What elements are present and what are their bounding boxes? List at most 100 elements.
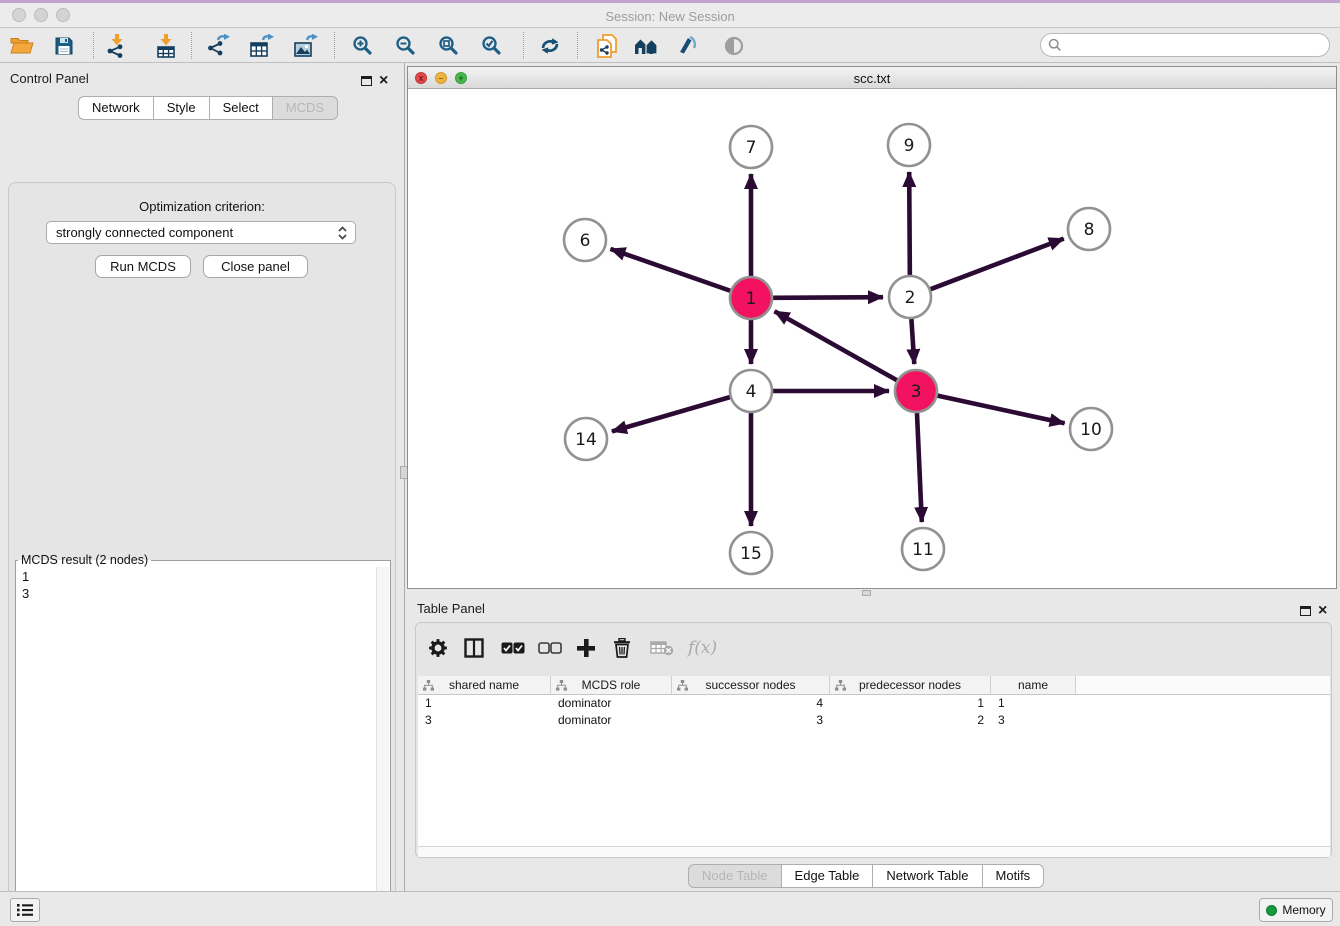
search-field[interactable] xyxy=(1040,33,1330,57)
column-header-successor-nodes[interactable]: successor nodes xyxy=(672,676,830,695)
cell-name[interactable]: 1 xyxy=(991,695,1076,712)
graph-edge-2-8[interactable] xyxy=(931,239,1064,290)
delete-table-icon[interactable] xyxy=(650,635,674,661)
graph-node-label-6: 6 xyxy=(580,231,591,251)
tab-edge-table[interactable]: Edge Table xyxy=(782,864,874,888)
apply-layout-icon[interactable] xyxy=(533,32,567,59)
column-header-mcds-role[interactable]: MCDS role xyxy=(551,676,672,695)
node-table[interactable]: shared name MCDS role successor nodes pr… xyxy=(418,676,1330,846)
application-window: Session: New Session xyxy=(0,0,1340,926)
cell-name[interactable]: 3 xyxy=(991,712,1076,729)
cell-predecessor-nodes[interactable]: 2 xyxy=(830,712,991,729)
graph-edge-3-1[interactable] xyxy=(775,311,897,380)
cell-shared-name[interactable]: 3 xyxy=(418,712,551,729)
graph-edge-4-14[interactable] xyxy=(612,397,730,431)
zoom-selected-icon[interactable] xyxy=(475,32,509,59)
graph-node-label-10: 10 xyxy=(1080,420,1102,440)
toolbar-separator xyxy=(93,32,94,59)
cell-mcds-role[interactable]: dominator xyxy=(551,695,672,712)
graph-node-label-7: 7 xyxy=(746,138,757,158)
column-settings-icon[interactable] xyxy=(428,635,448,661)
network-canvas[interactable]: 1234678910111415 xyxy=(408,90,1336,588)
close-table-panel-icon[interactable]: × xyxy=(1318,602,1327,620)
zoom-in-icon[interactable] xyxy=(346,32,380,59)
mcds-result-box: MCDS result (2 nodes) 1 3 xyxy=(15,553,391,926)
hierarchy-icon xyxy=(423,680,434,691)
memory-button[interactable]: Memory xyxy=(1259,898,1333,922)
cell-mcds-role[interactable]: dominator xyxy=(551,712,672,729)
hierarchy-icon xyxy=(835,680,846,691)
graph-edge-1-2[interactable] xyxy=(773,297,883,298)
table-row[interactable]: 1 dominator 4 1 1 xyxy=(418,695,1330,712)
show-hide-panels-icon[interactable] xyxy=(717,32,751,59)
close-panel-button[interactable]: Close panel xyxy=(203,255,308,278)
column-header-predecessor-nodes[interactable]: predecessor nodes xyxy=(830,676,991,695)
graph-node-label-1: 1 xyxy=(746,289,757,309)
export-image-icon[interactable] xyxy=(289,32,323,59)
chevron-up-down-icon xyxy=(337,226,348,240)
import-network-icon[interactable] xyxy=(100,32,134,59)
float-panel-icon[interactable] xyxy=(361,73,372,91)
memory-status-icon xyxy=(1266,905,1277,916)
task-history-button[interactable] xyxy=(10,898,40,922)
export-network-icon[interactable] xyxy=(202,32,236,59)
graph-edge-2-9[interactable] xyxy=(909,172,910,275)
run-mcds-button[interactable]: Run MCDS xyxy=(95,255,191,278)
save-session-icon[interactable] xyxy=(47,32,81,59)
criterion-dropdown[interactable]: strongly connected component xyxy=(46,221,356,244)
deselect-all-columns-icon[interactable] xyxy=(538,635,562,661)
network-graph: 1234678910111415 xyxy=(408,90,1336,588)
clone-network-icon[interactable] xyxy=(590,32,624,59)
network-window-titlebar[interactable]: x – + scc.txt xyxy=(408,67,1336,89)
hierarchy-icon xyxy=(556,680,567,691)
close-panel-icon[interactable]: × xyxy=(379,72,388,90)
header-filler xyxy=(1076,676,1330,695)
window-titlebar[interactable]: Session: New Session xyxy=(0,3,1340,28)
main-toolbar xyxy=(0,28,1340,63)
memory-label: Memory xyxy=(1282,903,1325,917)
cell-successor-nodes[interactable]: 3 xyxy=(672,712,830,729)
table-panel: Table Panel × f(x) xyxy=(407,596,1340,891)
column-header-name[interactable]: name xyxy=(991,676,1076,695)
network-window-title: scc.txt xyxy=(408,71,1336,86)
tab-motifs[interactable]: Motifs xyxy=(983,864,1045,888)
tab-network[interactable]: Network xyxy=(78,96,154,120)
table-panel-title: Table Panel xyxy=(417,600,485,618)
float-table-panel-icon[interactable] xyxy=(1300,603,1311,621)
tab-mcds[interactable]: MCDS xyxy=(273,96,338,120)
search-input[interactable] xyxy=(1062,36,1329,54)
mcds-result-list[interactable]: 1 3 xyxy=(17,567,376,926)
graph-edge-1-6[interactable] xyxy=(610,249,730,291)
export-table-icon[interactable] xyxy=(245,32,279,59)
create-column-icon[interactable] xyxy=(576,635,596,661)
function-builder-icon[interactable]: f(x) xyxy=(688,635,717,661)
select-all-columns-icon[interactable] xyxy=(501,635,525,661)
tab-style[interactable]: Style xyxy=(154,96,210,120)
tab-network-table[interactable]: Network Table xyxy=(873,864,982,888)
import-table-icon[interactable] xyxy=(149,32,183,59)
tab-node-table[interactable]: Node Table xyxy=(688,864,782,888)
control-panel-title: Control Panel xyxy=(10,70,89,88)
graph-node-label-8: 8 xyxy=(1084,220,1095,240)
table-horizontal-scrollbar[interactable] xyxy=(418,846,1330,857)
open-session-icon[interactable] xyxy=(5,32,39,59)
zoom-out-icon[interactable] xyxy=(389,32,423,59)
table-row[interactable]: 3 dominator 3 2 3 xyxy=(418,712,1330,729)
graph-edge-3-11[interactable] xyxy=(917,413,922,522)
first-neighbors-icon[interactable] xyxy=(630,32,664,59)
graph-node-label-9: 9 xyxy=(904,136,915,156)
delete-columns-icon[interactable] xyxy=(613,635,631,661)
optimization-criterion-label: Optimization criterion: xyxy=(9,199,395,214)
cell-predecessor-nodes[interactable]: 1 xyxy=(830,695,991,712)
toggle-panel-split-icon[interactable] xyxy=(464,635,484,661)
graph-edge-2-3[interactable] xyxy=(911,319,914,364)
show-graphics-details-icon[interactable] xyxy=(670,32,704,59)
toolbar-separator xyxy=(334,32,335,59)
graph-edge-3-10[interactable] xyxy=(937,396,1064,424)
tab-select[interactable]: Select xyxy=(210,96,273,120)
column-header-shared-name[interactable]: shared name xyxy=(418,676,551,695)
mcds-result-scrollbar[interactable] xyxy=(376,567,389,926)
cell-shared-name[interactable]: 1 xyxy=(418,695,551,712)
zoom-fit-icon[interactable] xyxy=(432,32,466,59)
cell-successor-nodes[interactable]: 4 xyxy=(672,695,830,712)
